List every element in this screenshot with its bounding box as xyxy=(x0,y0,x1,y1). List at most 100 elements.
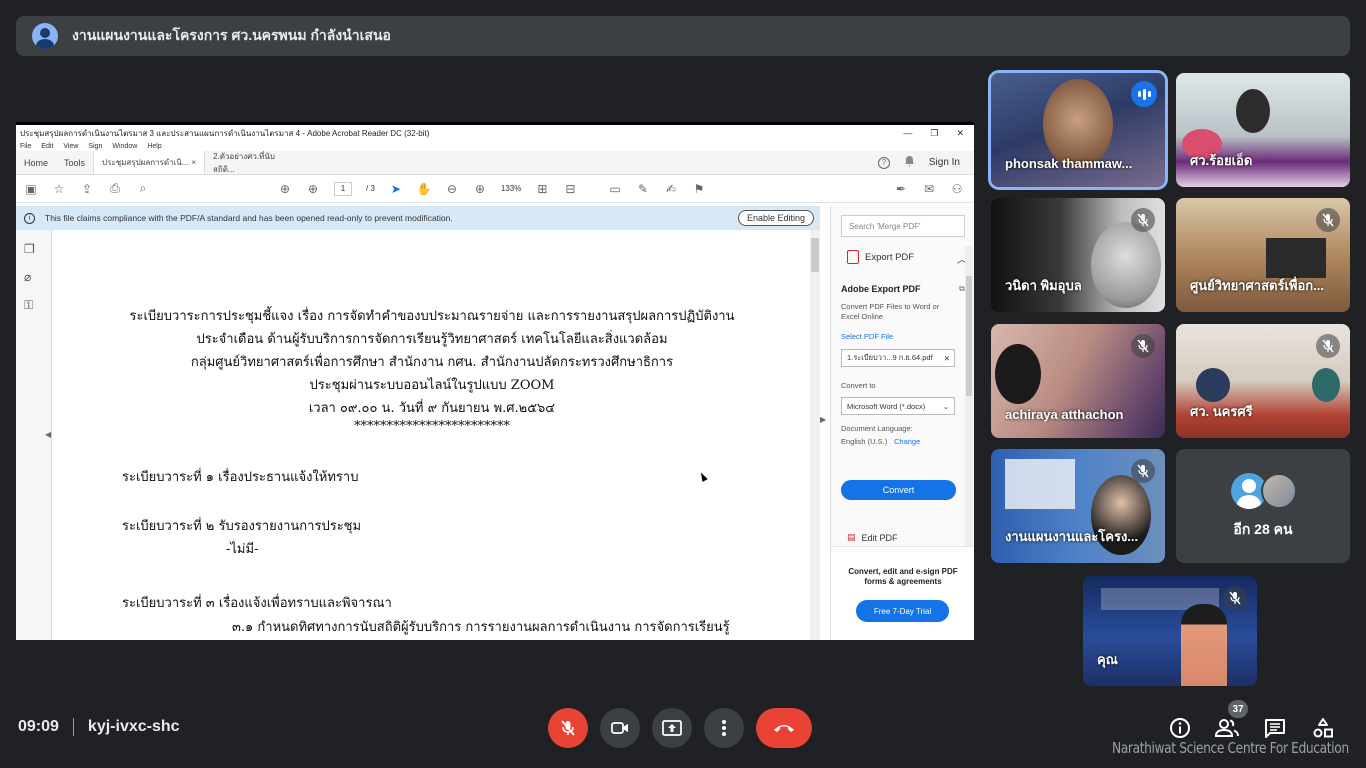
acrobat-tab-bar: Home Tools ประชุมสรุปผลการดำเนิ... × 2.ต… xyxy=(16,151,974,175)
meeting-details-button[interactable] xyxy=(1168,716,1192,740)
tab-home[interactable]: Home xyxy=(16,151,56,174)
select-pdf-file-link[interactable]: Select PDF File xyxy=(841,332,893,341)
divider xyxy=(72,718,74,736)
selected-file-field[interactable]: 1.ระเบียบวา...9 ก.ย.64.pdf ✕ xyxy=(841,349,955,367)
participant-tile-6[interactable]: ศว. นครศรี xyxy=(1176,324,1350,438)
tab-document-1[interactable]: ประชุมสรุปผลการดำเนิ... × xyxy=(93,151,206,174)
convert-button[interactable]: Convert xyxy=(841,480,956,500)
right-pane-scrollbar[interactable] xyxy=(965,246,973,546)
camera-toggle-button[interactable] xyxy=(600,708,640,748)
page-down-icon[interactable]: ⊕ xyxy=(306,182,320,196)
meeting-info: 09:09 kyj-ivxc-shc xyxy=(18,718,180,736)
draw-icon[interactable]: ✍ xyxy=(664,182,678,196)
select-cursor-icon[interactable]: ➤ xyxy=(389,182,403,196)
print-icon[interactable]: ⎙ xyxy=(108,181,122,196)
pdfa-info-message: This file claims compliance with the PDF… xyxy=(45,213,453,223)
present-screen-button[interactable] xyxy=(652,708,692,748)
tab-document-2[interactable]: 2.ตัวอย่างศว.ที่นับสถิติ... xyxy=(205,151,303,174)
comment-icon[interactable]: ▭ xyxy=(608,182,622,196)
microphone-toggle-button[interactable] xyxy=(548,708,588,748)
self-name: คุณ xyxy=(1097,652,1118,667)
muted-mic-icon xyxy=(1316,208,1340,232)
zoom-search-icon[interactable]: ⌕ xyxy=(136,181,150,196)
menu-edit[interactable]: Edit xyxy=(41,143,53,150)
export-pdf-icon xyxy=(847,250,859,264)
copy-icon[interactable]: ⧉ xyxy=(959,284,965,294)
more-options-button[interactable] xyxy=(704,708,744,748)
close-window-icon[interactable]: ✕ xyxy=(956,128,964,139)
pdf-document-page[interactable]: ระเบียบวาระการประชุมชี้แจง เรื่อง การจัด… xyxy=(52,230,810,640)
self-view-tile[interactable]: คุณ xyxy=(1083,576,1257,686)
zoom-out-icon[interactable]: ⊖ xyxy=(445,182,459,196)
info-icon xyxy=(1170,718,1190,738)
participant-name: phonsak thammaw... xyxy=(1005,156,1133,171)
menu-file[interactable]: File xyxy=(20,143,31,150)
right-pane-collapse-icon[interactable]: ▶ xyxy=(820,415,826,424)
chat-button[interactable] xyxy=(1263,716,1287,740)
menu-window[interactable]: Window xyxy=(112,143,137,150)
adobe-export-heading: Adobe Export PDF xyxy=(841,284,921,294)
share-user-icon[interactable]: ⚇ xyxy=(950,182,964,196)
upload-icon[interactable]: ⇪ xyxy=(80,182,94,196)
export-pdf-tool[interactable]: Export PDF xyxy=(847,250,914,264)
document-scrollbar[interactable] xyxy=(810,230,820,640)
save-icon[interactable]: ▣ xyxy=(24,182,38,196)
page-number-input[interactable]: 1 xyxy=(334,181,352,196)
participant-tile-2[interactable]: ศว.ร้อยเอ็ด xyxy=(1176,73,1350,187)
menu-help[interactable]: Help xyxy=(147,143,161,150)
edit-pdf-tool[interactable]: ▤ Edit PDF xyxy=(847,532,898,543)
more-participants-tile[interactable]: อีก 28 คน xyxy=(1176,449,1350,563)
help-icon[interactable]: ? xyxy=(877,156,890,169)
promo-text: Convert, edit and e-sign PDF forms & agr… xyxy=(848,567,958,586)
stamp-icon[interactable]: ⚑ xyxy=(692,182,706,196)
scroll-mode-icon[interactable]: ⊟ xyxy=(563,182,577,196)
pages-icon[interactable]: ❐ xyxy=(24,242,35,256)
participant-tile-1[interactable]: phonsak thammaw... xyxy=(991,73,1165,187)
meeting-code[interactable]: kyj-ivxc-shc xyxy=(88,718,180,736)
leave-call-button[interactable] xyxy=(756,708,812,748)
participant-name: ศูนย์วิทยาศาสตร์เพื่อก... xyxy=(1190,278,1324,293)
document-scroll-thumb[interactable] xyxy=(811,238,819,272)
page-up-icon[interactable]: ⊕ xyxy=(278,182,292,196)
participant-tile-4[interactable]: ศูนย์วิทยาศาสตร์เพื่อก... xyxy=(1176,198,1350,312)
doc-header-line-3: กลุ่มศูนย์วิทยาศาสตร์เพื่อการศึกษา สำนัก… xyxy=(190,355,674,370)
mail-icon[interactable]: ✉ xyxy=(922,182,936,196)
avatar xyxy=(1261,473,1297,509)
doc-header-line-1: ระเบียบวาระการประชุมชี้แจง เรื่อง การจัด… xyxy=(129,309,735,324)
menu-sign[interactable]: Sign xyxy=(88,143,102,150)
fill-sign-icon[interactable]: ✒ xyxy=(894,182,908,196)
hand-tool-icon[interactable]: ✋ xyxy=(417,182,432,196)
tab-tools[interactable]: Tools xyxy=(56,151,93,174)
participant-tile-7[interactable]: งานแผนงานและโครง... xyxy=(991,449,1165,563)
minimize-icon[interactable]: — xyxy=(903,128,912,139)
participant-video-face-2 xyxy=(1312,368,1340,402)
free-trial-button[interactable]: Free 7-Day Trial xyxy=(856,600,949,622)
participant-tile-5[interactable]: achiraya atthachon xyxy=(991,324,1165,438)
activities-button[interactable] xyxy=(1311,716,1335,740)
close-tab-icon[interactable]: × xyxy=(191,158,196,167)
enable-editing-button[interactable]: Enable Editing xyxy=(737,210,814,226)
security-icon[interactable]: ⚿ xyxy=(24,298,33,313)
remove-file-icon[interactable]: ✕ xyxy=(944,354,950,363)
pdfa-info-bar: i This file claims compliance with the P… xyxy=(16,206,820,230)
maximize-icon[interactable]: ❐ xyxy=(930,128,938,139)
tools-search-input[interactable]: Search 'Merge PDF' xyxy=(841,215,965,237)
participant-tile-3[interactable]: วนิดา พิมอุบล xyxy=(991,198,1165,312)
bell-icon[interactable] xyxy=(904,155,915,170)
zoom-level[interactable]: 133% xyxy=(501,184,521,193)
menu-view[interactable]: View xyxy=(63,143,78,150)
zoom-in-icon[interactable]: ⊕ xyxy=(473,182,487,196)
doc-header-line-2: ประจำเดือน ด้านผู้รับบริการการจัดการเรีย… xyxy=(196,332,668,347)
left-collapse-arrow-icon[interactable]: ◀ xyxy=(45,430,51,439)
people-button[interactable] xyxy=(1215,716,1239,740)
highlight-icon[interactable]: ✎ xyxy=(636,182,650,196)
sign-in-link[interactable]: Sign In xyxy=(929,157,960,168)
change-language-link[interactable]: Change xyxy=(894,437,920,446)
format-select[interactable]: Microsoft Word (*.docx) ⌄ xyxy=(841,397,955,415)
participant-video-face xyxy=(1236,89,1270,133)
agenda-2: ระเบียบวาระที่ ๒ รับรองรายงานการประชุม xyxy=(122,519,362,534)
video-camera-icon xyxy=(611,722,628,734)
star-icon[interactable]: ☆ xyxy=(52,182,66,196)
fit-page-icon[interactable]: ⊞ xyxy=(535,182,549,196)
attachment-icon[interactable]: ⌀ xyxy=(24,270,31,284)
